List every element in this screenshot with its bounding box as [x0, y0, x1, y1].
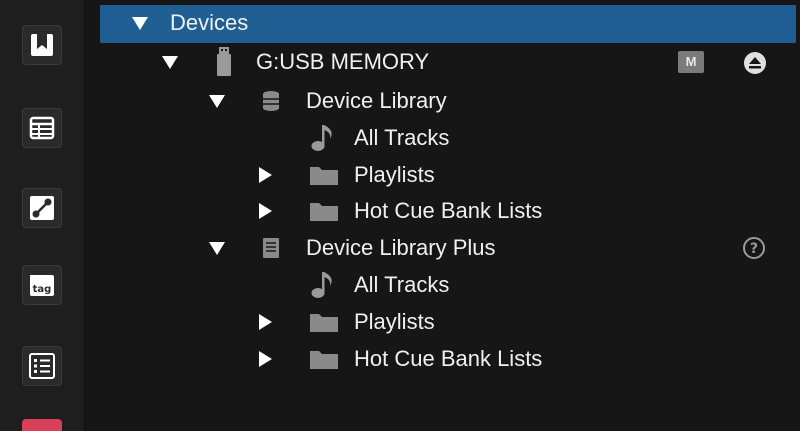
tree-row-all-tracks[interactable]: All Tracks — [84, 120, 800, 156]
tree-label-device-library-plus: Device Library Plus — [306, 235, 496, 260]
table-icon — [29, 116, 55, 140]
side-toolbar: tag — [0, 0, 85, 431]
tree-row-hot-cue-bank-lists-plus[interactable]: Hot Cue Bank Lists — [84, 341, 800, 377]
folder-icon — [310, 351, 338, 369]
expanded-arrow-icon[interactable] — [132, 17, 148, 30]
tree-row-usb-device[interactable]: G:USB MEMORY M — [84, 44, 800, 80]
bookmark-button[interactable] — [22, 25, 62, 65]
browser-panel: tag Devices G:USB MEMORY M Device Librar… — [0, 0, 800, 431]
tag-icon: tag — [30, 275, 54, 296]
tree-label-all-tracks: All Tracks — [354, 125, 450, 150]
table-view-button[interactable] — [22, 108, 62, 148]
tree-label-hot-cue-bank-lists: Hot Cue Bank Lists — [354, 198, 543, 223]
folder-icon — [310, 314, 338, 332]
bookmark-icon — [31, 34, 53, 56]
folder-icon — [310, 167, 338, 185]
collapsed-arrow-icon[interactable] — [259, 351, 272, 367]
tree-label-playlists-plus: Playlists — [354, 309, 435, 334]
expanded-arrow-icon[interactable] — [162, 56, 178, 69]
link-button[interactable] — [22, 188, 62, 228]
tree-label-hot-cue-bank-lists-plus: Hot Cue Bank Lists — [354, 346, 543, 371]
tree-row-playlists[interactable]: Playlists — [84, 157, 800, 193]
folder-icon — [310, 203, 338, 221]
tree-label-devices: Devices — [170, 10, 249, 35]
list-icon — [29, 353, 55, 379]
tree-row-device-library[interactable]: Device Library — [84, 83, 800, 119]
expanded-arrow-icon[interactable] — [209, 95, 225, 108]
usb-drive-icon — [217, 47, 231, 76]
collapsed-arrow-icon[interactable] — [259, 167, 272, 183]
tree-row-devices[interactable]: Devices — [100, 5, 796, 43]
tag-button[interactable]: tag — [22, 265, 62, 305]
expanded-arrow-icon[interactable] — [209, 242, 225, 255]
list-view-button[interactable] — [22, 346, 62, 386]
extra-tool-button[interactable] — [22, 419, 62, 431]
collapsed-arrow-icon[interactable] — [259, 314, 272, 330]
tree-row-playlists-plus[interactable]: Playlists — [84, 304, 800, 340]
device-tree: Devices G:USB MEMORY M Device Library Al… — [84, 0, 800, 431]
tree-row-device-library-plus[interactable]: Device Library Plus ? — [84, 230, 800, 266]
eject-icon[interactable] — [743, 51, 767, 75]
tree-label-device-library: Device Library — [306, 88, 447, 113]
database-icon — [263, 91, 279, 111]
library-plus-icon — [263, 238, 279, 258]
tree-label-usb-device: G:USB MEMORY — [256, 49, 430, 74]
collapsed-arrow-icon[interactable] — [259, 203, 272, 219]
link-icon — [30, 196, 54, 220]
tree-row-all-tracks-plus[interactable]: All Tracks — [84, 267, 800, 303]
svg-text:tag: tag — [33, 284, 52, 295]
tree-label-playlists: Playlists — [354, 162, 435, 187]
tree-label-all-tracks-plus: All Tracks — [354, 272, 450, 297]
tree-row-hot-cue-bank-lists[interactable]: Hot Cue Bank Lists — [84, 193, 800, 229]
music-note-icon — [311, 272, 332, 298]
music-note-icon — [311, 125, 332, 151]
help-icon[interactable]: ? — [742, 236, 766, 260]
help-icon-glyph: ? — [750, 241, 758, 257]
device-mode-badge: M — [678, 51, 704, 73]
